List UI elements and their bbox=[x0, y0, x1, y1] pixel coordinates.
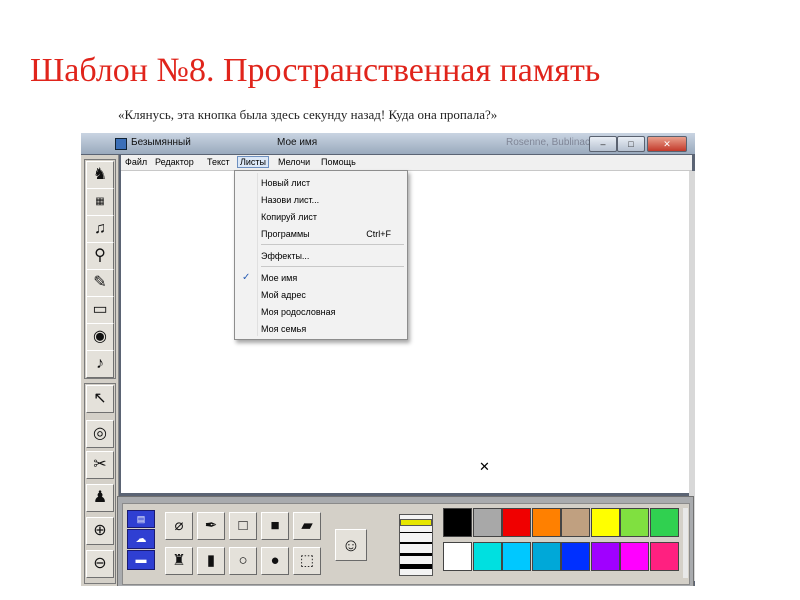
menu-bar: Файл Редактор Текст Листы Мелочи Помощь bbox=[121, 155, 692, 171]
line-width-thick[interactable] bbox=[400, 553, 432, 556]
sheets-dropdown-menu: Новый лист Назови лист... Копируй лист П… bbox=[234, 170, 408, 340]
pencil-clip-icon[interactable]: ⌀ bbox=[165, 512, 193, 540]
color-swatch[interactable] bbox=[472, 508, 502, 537]
palette-scrollbar[interactable] bbox=[683, 508, 688, 578]
color-swatch[interactable] bbox=[590, 508, 620, 537]
menu-item-my-name[interactable]: Мое имя bbox=[261, 273, 297, 283]
zoom-out-icon[interactable]: ⊖ bbox=[86, 550, 114, 578]
color-swatch[interactable] bbox=[649, 508, 679, 537]
microphone-icon[interactable]: ⚲ bbox=[86, 242, 114, 270]
floor-mode-icon[interactable]: ▬ bbox=[127, 550, 155, 570]
menu-help[interactable]: Помощь bbox=[321, 157, 356, 167]
title-bar: Безымянный Мое имя Rosenne, Bublinac... … bbox=[81, 133, 695, 154]
line-width-thin[interactable] bbox=[400, 532, 432, 533]
color-swatch[interactable] bbox=[620, 508, 649, 537]
color-palette bbox=[443, 508, 683, 578]
pointer-arrow-icon[interactable]: ↖ bbox=[86, 385, 114, 413]
color-swatch[interactable] bbox=[531, 542, 561, 571]
color-swatch[interactable] bbox=[649, 542, 679, 571]
puppet-icon[interactable]: ♞ bbox=[86, 161, 114, 189]
app-icon bbox=[115, 138, 127, 150]
media-tool-group: ♞ ▦ ♫ ⚲ ✎ ▭ ◉ ♪ bbox=[84, 159, 116, 379]
menu-item-new-sheet[interactable]: Новый лист bbox=[261, 178, 310, 188]
paint-brush-icon[interactable]: ✎ bbox=[86, 269, 114, 297]
keyboard-mode-icon[interactable]: ▤ bbox=[127, 510, 155, 528]
rectangle-outline-icon[interactable]: □ bbox=[229, 512, 257, 540]
menu-item-copy-sheet[interactable]: Копируй лист bbox=[261, 212, 317, 222]
color-swatch[interactable] bbox=[443, 542, 472, 571]
eye-icon[interactable]: ◎ bbox=[86, 420, 114, 448]
menu-item-programs[interactable]: Программы bbox=[261, 229, 310, 239]
programs-shortcut: Ctrl+F bbox=[366, 229, 391, 239]
menu-separator bbox=[261, 244, 404, 245]
spray-can-icon[interactable]: ▮ bbox=[197, 547, 225, 575]
slide-title: Шаблон №8. Пространственная память bbox=[30, 52, 601, 89]
document-title: Безымянный bbox=[131, 137, 191, 148]
app-screenshot: Безымянный Мое имя Rosenne, Bublinac... … bbox=[81, 133, 695, 586]
line-width-thickest[interactable] bbox=[400, 564, 432, 569]
cursor-icon: ✕ bbox=[479, 459, 490, 474]
minimize-button[interactable]: – bbox=[589, 136, 617, 152]
rubber-stamp-icon[interactable]: ♟ bbox=[86, 484, 114, 512]
background-window-title: Rosenne, Bublinac... bbox=[506, 137, 599, 148]
color-swatch[interactable] bbox=[561, 542, 590, 571]
selection-rectangle-icon[interactable]: ⬚ bbox=[293, 547, 321, 575]
menu-trifles[interactable]: Мелочи bbox=[278, 157, 310, 167]
line-width-selected[interactable] bbox=[400, 519, 432, 526]
pen-icon[interactable]: ✒ bbox=[197, 512, 225, 540]
color-swatch[interactable] bbox=[472, 542, 502, 571]
left-toolbar: ♞ ▦ ♫ ⚲ ✎ ▭ ◉ ♪ ↖ ◎ ✂ ♟ ⊕ ⊖ bbox=[81, 155, 119, 586]
color-swatch[interactable] bbox=[502, 508, 531, 537]
color-swatch[interactable] bbox=[531, 508, 561, 537]
bottom-tool-panel: ▤ ☁ ▬ ⌀ ✒ □ ■ ▰ ♜ ▮ ○ ● ⬚ ☺ bbox=[117, 496, 694, 586]
slide-subtitle: «Клянусь, эта кнопка была здесь секунду … bbox=[118, 107, 498, 122]
music-note-icon[interactable]: ♫ bbox=[86, 215, 114, 243]
menu-item-my-family-tree[interactable]: Моя родословная bbox=[261, 307, 336, 317]
menu-item-name-sheet[interactable]: Назови лист... bbox=[261, 195, 319, 205]
scissors-icon[interactable]: ✂ bbox=[86, 451, 114, 479]
menu-item-effects[interactable]: Эффекты... bbox=[261, 251, 309, 261]
menu-text[interactable]: Текст bbox=[207, 157, 230, 167]
menu-sheets[interactable]: Листы bbox=[237, 156, 270, 168]
color-swatch[interactable] bbox=[443, 508, 472, 537]
menu-editor[interactable]: Редактор bbox=[155, 157, 194, 167]
line-width-medium[interactable] bbox=[400, 542, 432, 544]
film-strip-icon[interactable]: ▭ bbox=[86, 296, 114, 324]
circle-filled-icon[interactable]: ● bbox=[261, 547, 289, 575]
check-icon: ✓ bbox=[242, 272, 251, 283]
color-swatch[interactable] bbox=[502, 542, 531, 571]
face-character-icon[interactable]: ☺ bbox=[335, 529, 367, 561]
line-width-picker[interactable] bbox=[399, 514, 433, 576]
color-swatch[interactable] bbox=[561, 508, 590, 537]
menu-item-my-address[interactable]: Мой адрес bbox=[261, 290, 306, 300]
close-button[interactable]: ✕ bbox=[647, 136, 687, 152]
menu-file[interactable]: Файл bbox=[125, 157, 147, 167]
video-camera-icon[interactable]: ◉ bbox=[86, 323, 114, 351]
cloud-mode-icon[interactable]: ☁ bbox=[127, 529, 155, 549]
zoom-in-icon[interactable]: ⊕ bbox=[86, 517, 114, 545]
menu-item-my-family[interactable]: Моя семья bbox=[261, 324, 306, 334]
keyboard-letters-icon[interactable]: ▦ bbox=[86, 188, 114, 216]
sheet-title: Мое имя bbox=[277, 137, 318, 148]
color-swatch[interactable] bbox=[620, 542, 649, 571]
edit-tool-group: ↖ ◎ ✂ ♟ ⊕ ⊖ bbox=[84, 383, 116, 584]
color-swatch[interactable] bbox=[590, 542, 620, 571]
tool-tray: ▤ ☁ ▬ ⌀ ✒ □ ■ ▰ ♜ ▮ ○ ● ⬚ ☺ bbox=[122, 503, 690, 585]
maximize-button[interactable]: □ bbox=[617, 136, 645, 152]
menu-icon-gutter bbox=[257, 173, 258, 336]
circle-outline-icon[interactable]: ○ bbox=[229, 547, 257, 575]
menu-separator bbox=[261, 266, 404, 267]
eraser-icon[interactable]: ▰ bbox=[293, 512, 321, 540]
sound-note-icon[interactable]: ♪ bbox=[86, 350, 114, 378]
rectangle-filled-icon[interactable]: ■ bbox=[261, 512, 289, 540]
paint-bucket-icon[interactable]: ♜ bbox=[165, 547, 193, 575]
